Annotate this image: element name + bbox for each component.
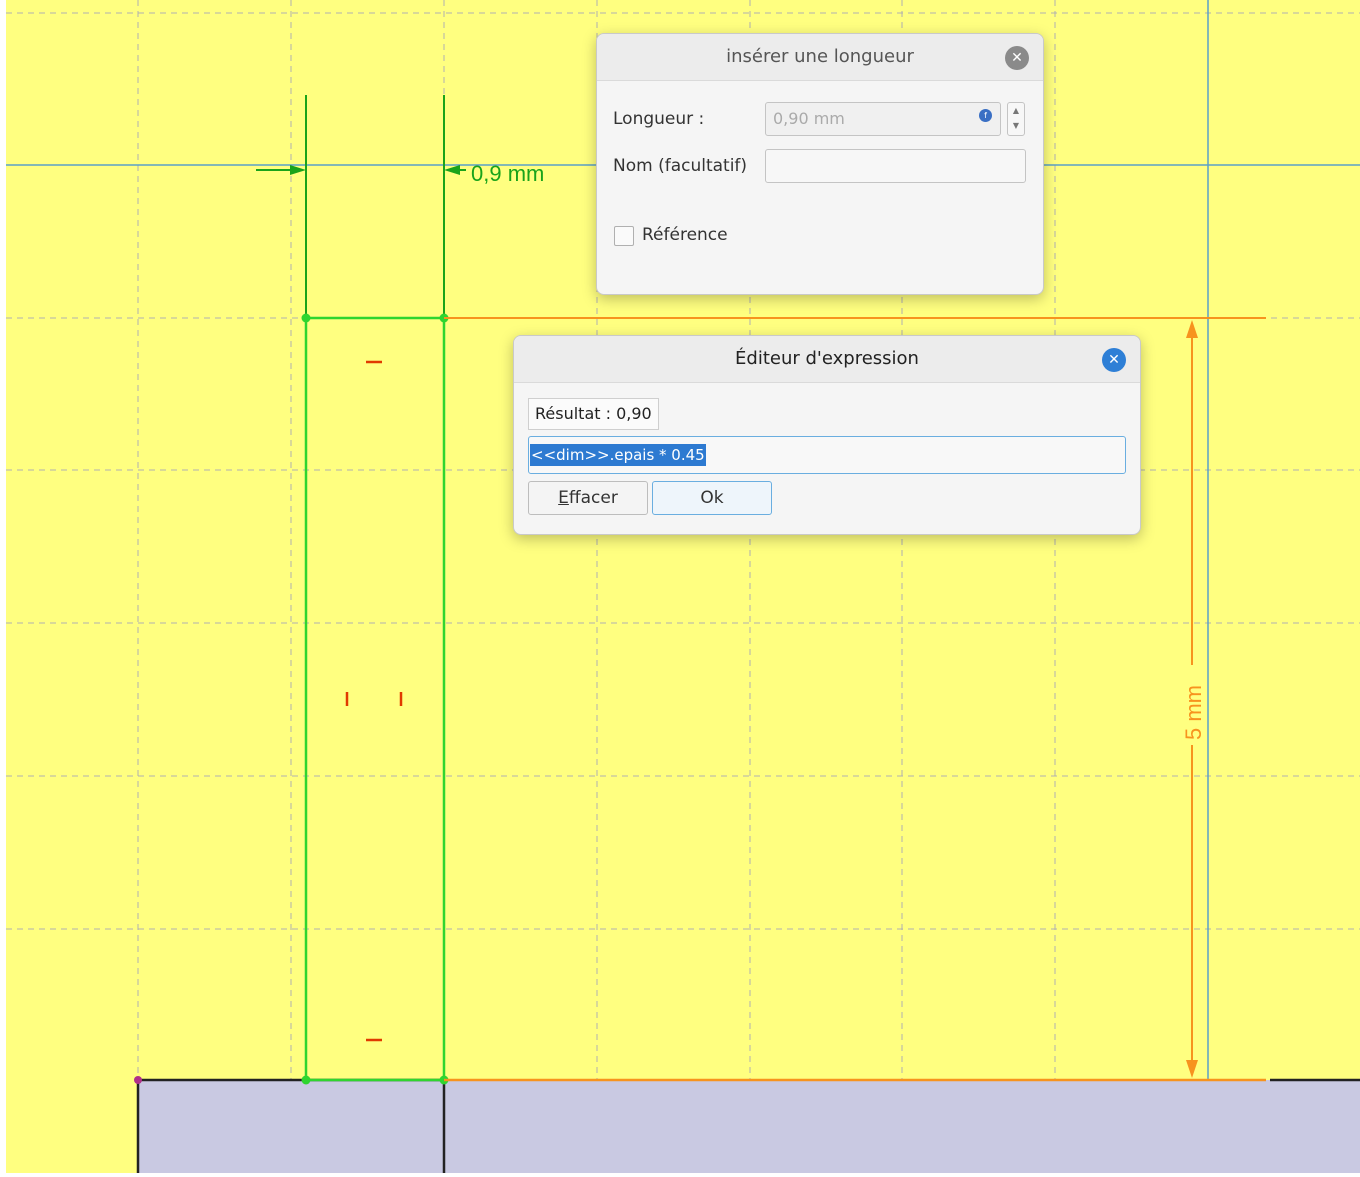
close-icon[interactable]: ✕ — [1005, 46, 1029, 70]
clear-button-mnemonic: E — [558, 488, 569, 508]
clear-button-label: ffacer — [568, 488, 618, 508]
dialog-title: insérer une longueur — [726, 46, 914, 67]
insert-length-dialog: insérer une longueur ✕ Longueur : 0,90 m… — [596, 33, 1044, 295]
dialog-title: Éditeur d'expression — [735, 348, 919, 369]
length-label: Longueur : — [613, 109, 705, 129]
reference-label: Référence — [642, 225, 728, 245]
result-display: Résultat : 0,90 — [528, 398, 659, 430]
v-dimension-label: 5 mm — [1181, 685, 1206, 740]
close-icon[interactable]: ✕ — [1102, 348, 1126, 372]
h-dimension-label: 0,9 mm — [471, 161, 544, 186]
name-label: Nom (facultatif) — [613, 156, 748, 176]
expression-editor-dialog: Éditeur d'expression ✕ Résultat : 0,90 <… — [513, 335, 1141, 535]
clear-button[interactable]: Effacer — [528, 481, 648, 515]
length-spinner[interactable]: ▲ ▼ — [1007, 102, 1025, 136]
solid-body — [138, 1080, 1360, 1173]
expression-icon[interactable]: f — [979, 109, 992, 122]
origin-point — [134, 1076, 142, 1084]
name-input[interactable] — [765, 149, 1026, 183]
expression-input[interactable]: <<dim>>.epais * 0.45 — [528, 436, 1126, 474]
expression-text: <<dim>>.epais * 0.45 — [530, 444, 706, 466]
ok-button[interactable]: Ok — [652, 481, 772, 515]
dialog-titlebar: insérer une longueur ✕ — [597, 34, 1043, 81]
dialog-titlebar: Éditeur d'expression ✕ — [514, 336, 1140, 383]
reference-checkbox[interactable] — [614, 226, 634, 246]
length-value: 0,90 mm — [773, 109, 845, 128]
length-input[interactable]: 0,90 mm — [765, 102, 1001, 136]
